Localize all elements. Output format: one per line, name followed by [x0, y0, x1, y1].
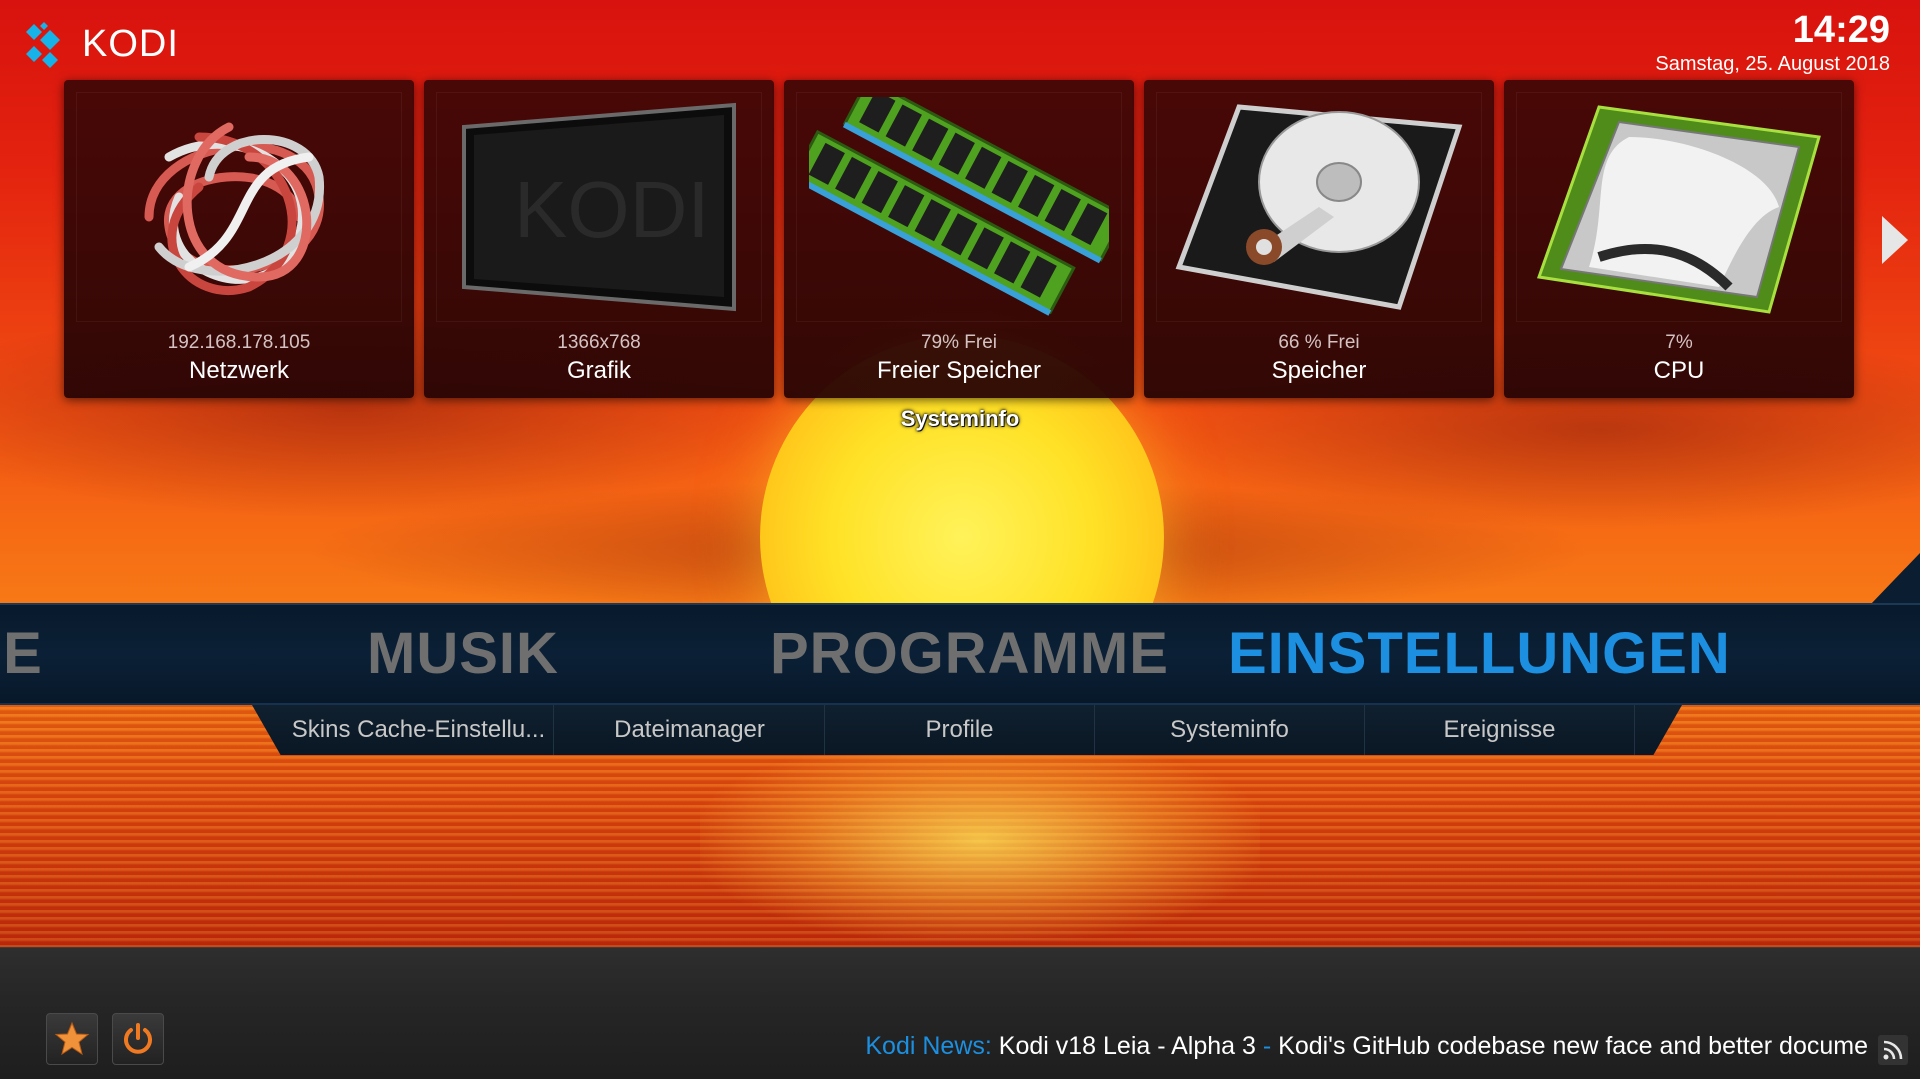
favourites-button[interactable]: [46, 1013, 98, 1065]
system-info-tiles: 192.168.178.105 Netzwerk KODI 1366x768 G…: [64, 80, 1854, 398]
network-cable-icon: [76, 92, 402, 322]
menu-item-einstellungen[interactable]: EINSTELLUNGEN: [1228, 620, 1731, 687]
news-label: Kodi News:: [865, 1032, 992, 1060]
app-name: KODI: [82, 22, 179, 65]
tile-value: 192.168.178.105: [167, 332, 311, 353]
display-icon: KODI: [436, 92, 762, 322]
ram-icon: [796, 92, 1122, 322]
tile-value: 1366x768: [557, 332, 641, 353]
tile-value: 66 % Frei: [1278, 332, 1360, 353]
tiles-group-label: Systeminfo: [900, 406, 1020, 431]
tile-label: CPU: [1653, 357, 1705, 384]
news-item: Kodi's GitHub codebase new face and bett…: [1278, 1032, 1868, 1060]
scroll-right-icon[interactable]: [1880, 214, 1910, 271]
tile-label: Grafik: [566, 357, 631, 384]
clock: 14:29 Samstag, 25. August 2018: [1655, 8, 1890, 76]
power-button[interactable]: [112, 1013, 164, 1065]
tile-label: Speicher: [1271, 357, 1367, 384]
submenu-item-dateimanager[interactable]: Dateimanager: [555, 705, 825, 755]
tile-graphics[interactable]: KODI 1366x768 Grafik: [424, 80, 774, 398]
kodi-logo: KODI: [22, 20, 179, 68]
menu-item-programme[interactable]: PROGRAMME: [770, 620, 1169, 687]
svg-text:KODI: KODI: [514, 165, 710, 254]
menu-item-musik[interactable]: MUSIK: [367, 620, 559, 687]
power-icon: [124, 1023, 152, 1054]
tile-storage[interactable]: 66 % Frei Speicher: [1144, 80, 1494, 398]
submenu-item-ereignisse[interactable]: Ereignisse: [1365, 705, 1635, 755]
news-separator: -: [1255, 1032, 1279, 1060]
clock-date: Samstag, 25. August 2018: [1655, 53, 1890, 75]
hard-disk-icon: [1156, 92, 1482, 322]
tile-label: Netzwerk: [188, 357, 290, 384]
tile-free-memory[interactable]: 79% Frei Freier Speicher: [784, 80, 1134, 398]
tile-value: 79% Frei: [920, 332, 998, 353]
submenu-item-systeminfo[interactable]: Systeminfo: [1095, 705, 1365, 755]
tile-cpu[interactable]: 7% CPU: [1504, 80, 1854, 398]
tile-network[interactable]: 192.168.178.105 Netzwerk: [64, 80, 414, 398]
submenu-item-profile[interactable]: Profile: [825, 705, 1095, 755]
sun-reflection: [700, 740, 1260, 940]
menu-item-partial[interactable]: IE: [0, 620, 43, 687]
news-ticker[interactable]: Kodi News: Kodi v18 Leia - Alpha 3 - Kod…: [865, 1032, 1868, 1061]
news-item: Kodi v18 Leia - Alpha 3: [998, 1032, 1256, 1060]
kodi-logo-icon: [26, 22, 60, 68]
cpu-icon: [1516, 92, 1842, 322]
tile-label: Freier Speicher: [876, 357, 1042, 384]
rss-icon[interactable]: [1878, 1035, 1908, 1065]
tile-value: 7%: [1665, 332, 1693, 353]
star-icon: [54, 1021, 90, 1056]
submenu-item-skins-cache[interactable]: Skins Cache-Einstellu...: [284, 705, 554, 755]
clock-time: 14:29: [1792, 9, 1890, 51]
